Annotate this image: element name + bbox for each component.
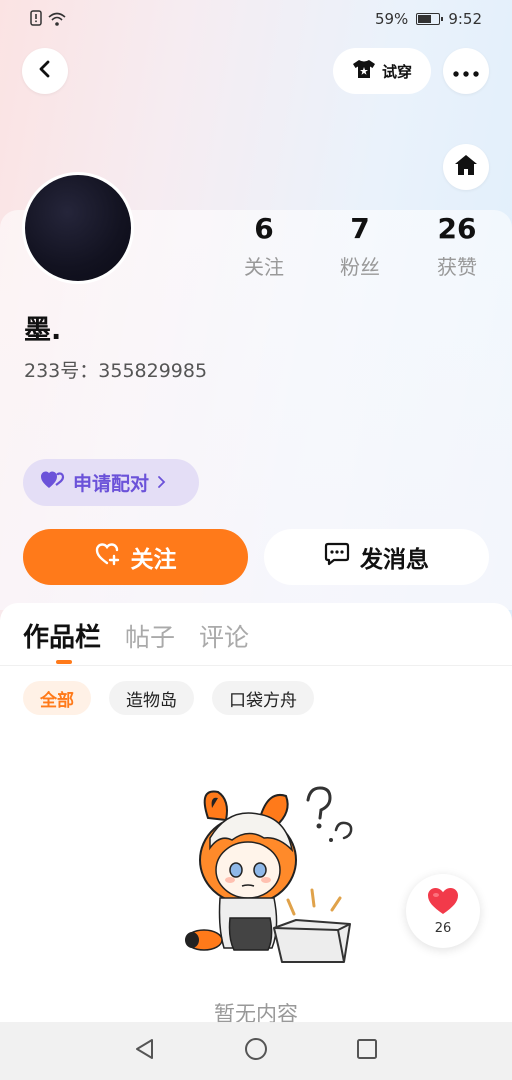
- user-id: 233号：355829985: [24, 360, 208, 382]
- back-button[interactable]: [22, 48, 68, 94]
- tab-posts[interactable]: 帖子: [125, 618, 175, 654]
- tab-comments[interactable]: 评论: [199, 618, 249, 654]
- chat-bubble-icon: [324, 542, 350, 572]
- filter-chips: 全部 造物岛 口袋方舟: [23, 681, 314, 715]
- active-tab-indicator: [56, 660, 72, 664]
- chevron-left-icon: [36, 60, 54, 82]
- shirt-icon: [352, 59, 376, 83]
- wifi-icon: [48, 11, 66, 30]
- chip-all[interactable]: 全部: [23, 681, 91, 715]
- nav-home-icon[interactable]: [244, 1037, 268, 1065]
- heart-plus-icon: [95, 542, 121, 572]
- home-icon: [454, 154, 478, 180]
- floating-like-count: 26: [434, 920, 452, 936]
- request-pair-button[interactable]: 申请配对: [23, 459, 199, 506]
- follow-button[interactable]: 关注: [23, 529, 248, 585]
- try-on-label: 试穿: [381, 62, 412, 81]
- content-tabs: 作品栏 帖子 评论: [23, 617, 249, 654]
- more-dots-icon: [453, 62, 479, 81]
- stat-fans-label: 粉丝: [340, 255, 380, 279]
- system-nav-bar: [0, 1022, 512, 1080]
- nav-back-icon[interactable]: [134, 1038, 156, 1064]
- send-message-button[interactable]: 发消息: [264, 529, 489, 585]
- send-message-label: 发消息: [360, 547, 429, 573]
- home-button[interactable]: [443, 144, 489, 190]
- tab-works[interactable]: 作品栏: [23, 617, 101, 654]
- stat-fans[interactable]: 7 粉丝: [325, 212, 395, 280]
- battery-percent: 59%: [374, 10, 409, 28]
- chip-pocket-ark[interactable]: 口袋方舟: [212, 681, 314, 715]
- stat-fans-value: 7: [350, 212, 370, 245]
- empty-state-illustration: [168, 778, 368, 968]
- clock: 9:52: [448, 10, 482, 28]
- username: 墨.: [24, 315, 62, 346]
- chip-creation-island[interactable]: 造物岛: [109, 681, 194, 715]
- stat-following[interactable]: 6 关注: [229, 212, 299, 280]
- battery-icon: [416, 13, 444, 25]
- stat-following-value: 6: [254, 212, 274, 245]
- heart-icon: [427, 887, 459, 919]
- status-icons-right: 59% 9:52: [375, 10, 482, 28]
- follow-label: 关注: [130, 547, 177, 573]
- sim-alert-icon: [30, 10, 42, 30]
- more-button[interactable]: [443, 48, 489, 94]
- floating-like-button[interactable]: 26: [406, 874, 480, 948]
- status-icons-left: [30, 10, 66, 30]
- stat-likes[interactable]: 26 获赞: [422, 212, 492, 280]
- request-pair-label: 申请配对: [73, 473, 150, 495]
- chevron-right-icon: [157, 472, 167, 494]
- stat-following-label: 关注: [244, 255, 284, 279]
- tabs-divider: [0, 665, 512, 666]
- status-bar: 59% 9:52: [0, 0, 512, 40]
- avatar[interactable]: [22, 172, 134, 284]
- nav-recents-icon[interactable]: [356, 1038, 378, 1064]
- stat-likes-label: 获赞: [437, 255, 477, 279]
- couple-heart-icon: [41, 471, 65, 494]
- try-on-button[interactable]: 试穿: [333, 48, 431, 94]
- stat-likes-value: 26: [437, 212, 477, 245]
